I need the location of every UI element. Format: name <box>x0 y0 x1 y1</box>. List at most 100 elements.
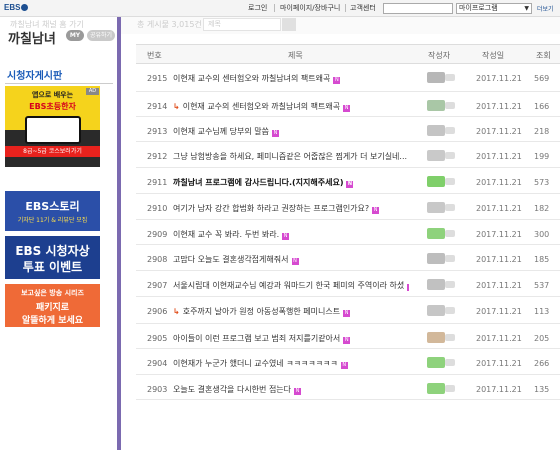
ebs-story-ad[interactable]: EBS스토리 기자단 11기 & 리뷰단 모집 <box>5 191 100 231</box>
viewer-award-ad[interactable]: EBS 시청자상 투표 이벤트 <box>5 236 100 279</box>
login-link[interactable]: 로그인 <box>248 3 267 13</box>
post-number: 2910 <box>147 204 168 213</box>
post-title-link[interactable]: 까칠남녀 프로그램에 감사드립니다.(지지해주세요) N <box>173 177 409 188</box>
ad-text: 알뜰하게 보세요 <box>21 316 84 326</box>
author-avatar[interactable] <box>427 383 445 394</box>
post-number: 2904 <box>147 359 168 368</box>
sidebar: 까칠남녀 채널 홈 가기 까칠남녀 MY 공유하기 시청자게시판 <box>0 17 118 450</box>
author-name-blurred <box>445 359 455 366</box>
post-title-text: 그냥 남험방송을 하세요, 페미니즘같은 어줍잖은 찜게가 더 보기실네... <box>173 152 408 161</box>
author-avatar[interactable] <box>427 125 445 136</box>
post-title-text: 이현재가 누군가 했더니 교수였네 ㅋㅋㅋㅋㅋㅋㅋ <box>173 359 338 368</box>
post-date: 2017.11.21 <box>476 281 522 290</box>
view-count: 266 <box>534 359 550 368</box>
my-program-select[interactable]: 마이프로그램 ▼ <box>456 3 532 14</box>
view-count: 218 <box>534 127 550 136</box>
customer-center-link[interactable]: 고객센터 <box>350 3 376 13</box>
post-count: 총 게시물 3,015건 <box>137 20 202 29</box>
post-date: 2017.11.21 <box>476 127 522 136</box>
post-title-link[interactable]: 이현재 교수 꼭 봐라. 두번 봐라. N <box>173 229 409 240</box>
table-row[interactable]: 2915 이현재 교수의 센터험오와 까칠남녀의 팩트왜곡 N 2017.11.21 5… <box>136 64 560 92</box>
table-row[interactable]: 2907 서울시립대 이현재교수님 예강과 워마드기 한국 페미의 주역이라 하셨… <box>136 271 560 297</box>
sidebar-header: 까칠남녀 채널 홈 가기 까칠남녀 MY 공유하기 <box>0 17 118 47</box>
ad-text: 보고싶은 방송 시리즈 <box>21 289 84 297</box>
top-search-input[interactable] <box>383 3 453 14</box>
ebs-logo[interactable]: EBS <box>4 3 29 12</box>
new-badge-icon: N <box>291 258 299 265</box>
post-title-link[interactable]: 서울시립대 이현재교수님 예강과 워마드기 한국 페미의 주역이라 하셨N <box>173 280 409 291</box>
author-avatar[interactable] <box>427 332 445 343</box>
author-avatar[interactable] <box>427 357 445 368</box>
mypage-link[interactable]: 마이페이지/장바구니 <box>280 3 340 13</box>
view-count: 166 <box>534 102 550 111</box>
new-badge-icon: N <box>407 284 409 291</box>
hanja-app-ad[interactable]: 앱으로 배우는 EBS초등한자 8급~5급 코스보러가기 <box>5 86 100 167</box>
author-avatar[interactable] <box>427 150 445 161</box>
table-row[interactable]: 2912 그냥 남험방송을 하세요, 페미니즘같은 어줍잖은 찜게가 더 보기실네… <box>136 142 560 168</box>
post-title-link[interactable]: 이현재 교수의 센터험오와 까칠남녀의 팩트왜곡 N <box>173 73 409 84</box>
ad-badge: AD <box>86 88 99 95</box>
author-avatar[interactable] <box>427 228 445 239</box>
author-avatar[interactable] <box>427 253 445 264</box>
ad-text: 투표 이벤트 <box>22 260 83 274</box>
post-title-link[interactable]: ↳ 이현재 교수의 센터험오와 까칠남녀의 팩트왜곡 N <box>173 101 409 112</box>
post-number: 2911 <box>147 178 168 187</box>
board-search-input[interactable]: 제목 <box>203 18 281 31</box>
author-name-blurred <box>445 334 455 341</box>
post-title-link[interactable]: 고맙다 오늘도 결혼생각접게해줘서 N <box>173 254 409 265</box>
author-avatar[interactable] <box>427 279 445 290</box>
post-date: 2017.11.21 <box>476 152 522 161</box>
table-row[interactable]: 2903 오늘도 결혼생각을 다시한번 접는다 N 2017.11.21 135 <box>136 375 560 400</box>
author-name-blurred <box>445 281 455 288</box>
post-number: 2914 <box>147 102 168 111</box>
post-title-link[interactable]: 이현재가 누군가 했더니 교수였네 ㅋㅋㅋㅋㅋㅋㅋ N <box>173 358 409 369</box>
share-button[interactable]: 공유하기 <box>87 30 115 41</box>
post-title-link[interactable]: 아이들이 이런 프로그램 보고 범죄 저지를기같아서 N <box>173 333 409 344</box>
package-series-ad[interactable]: 보고싶은 방송 시리즈 패키지로 알뜰하게 보세요 <box>5 284 100 327</box>
post-title-text: 여기가 남자 강간 합법화 하라고 권장하는 프로그램인가요? <box>173 204 370 213</box>
new-badge-icon: N <box>340 362 348 369</box>
table-row[interactable]: 2911 까칠남녀 프로그램에 감사드립니다.(지지해주세요) N 2017.11.2… <box>136 168 560 194</box>
table-row[interactable]: 2914 ↳ 이현재 교수의 센터험오와 까칠남녀의 팩트왜곡 N 2017.11.21… <box>136 92 560 117</box>
post-title-link[interactable]: 그냥 남험방송을 하세요, 페미니즘같은 어줍잖은 찜게가 더 보기실네...N <box>173 151 409 162</box>
table-row[interactable]: 2909 이현재 교수 꼭 봐라. 두번 봐라. N 2017.11.21 300 <box>136 220 560 245</box>
reply-arrow-icon: ↳ <box>173 102 180 111</box>
author-avatar[interactable] <box>427 72 445 83</box>
table-row[interactable]: 2913 이현재 교수님께 당부의 말씀 N 2017.11.21 218 <box>136 117 560 142</box>
post-title-link[interactable]: 이현재 교수님께 당부의 말씀 N <box>173 126 409 137</box>
view-count: 199 <box>534 152 550 161</box>
table-row[interactable]: 2910 여기가 남자 강간 합법화 하라고 권장하는 프로그램인가요? N 2017… <box>136 194 560 220</box>
author-name-blurred <box>445 178 455 185</box>
post-date: 2017.11.21 <box>476 255 522 264</box>
table-row[interactable]: 2906 ↳ 호주까지 날아가 원정 아동성폭행한 페미니스트 N 2017.11.21… <box>136 297 560 324</box>
table-row[interactable]: 2908 고맙다 오늘도 결혼생각접게해줘서 N 2017.11.21 185 <box>136 245 560 271</box>
post-number: 2915 <box>147 74 168 83</box>
table-header: 번호 제목 작성자 작성일 조회 <box>136 44 560 64</box>
post-date: 2017.11.21 <box>476 230 522 239</box>
ad-text: 기자단 11기 & 리뷰단 모집 <box>17 217 88 224</box>
board-search-button[interactable] <box>282 18 296 31</box>
table-row[interactable]: 2905 아이들이 이런 프로그램 보고 범죄 저지를기같아서 N 2017.11.2… <box>136 324 560 349</box>
author-name-blurred <box>445 74 455 81</box>
table-row[interactable]: 2904 이현재가 누군가 했더니 교수였네 ㅋㅋㅋㅋㅋㅋㅋ N 2017.11.21… <box>136 349 560 375</box>
author-avatar[interactable] <box>427 202 445 213</box>
author-avatar[interactable] <box>427 176 445 187</box>
my-button[interactable]: MY <box>66 30 84 41</box>
divider <box>345 4 346 12</box>
logo-dot-icon <box>21 4 29 11</box>
post-date: 2017.11.21 <box>476 334 522 343</box>
author-avatar[interactable] <box>427 305 445 316</box>
post-date: 2017.11.21 <box>476 385 522 394</box>
post-title-link[interactable]: 여기가 남자 강간 합법화 하라고 권장하는 프로그램인가요? N <box>173 203 409 214</box>
author-avatar[interactable] <box>427 100 445 111</box>
post-title-link[interactable]: ↳ 호주까지 날아가 원정 아동성폭행한 페미니스트 N <box>173 306 409 317</box>
post-title-link[interactable]: 오늘도 결혼생각을 다시한번 접는다 N <box>173 384 409 395</box>
more-link[interactable]: 더보기 <box>537 4 554 13</box>
new-badge-icon: N <box>271 130 279 137</box>
post-title-text: 오늘도 결혼생각을 다시한번 접는다 <box>173 385 292 394</box>
board-title[interactable]: 시청자게시판 <box>7 67 62 82</box>
post-number: 2912 <box>147 152 168 161</box>
post-number: 2908 <box>147 255 168 264</box>
new-badge-icon: N <box>343 105 351 112</box>
post-title-text: 이현재 교수님께 당부의 말씀 <box>173 127 269 136</box>
